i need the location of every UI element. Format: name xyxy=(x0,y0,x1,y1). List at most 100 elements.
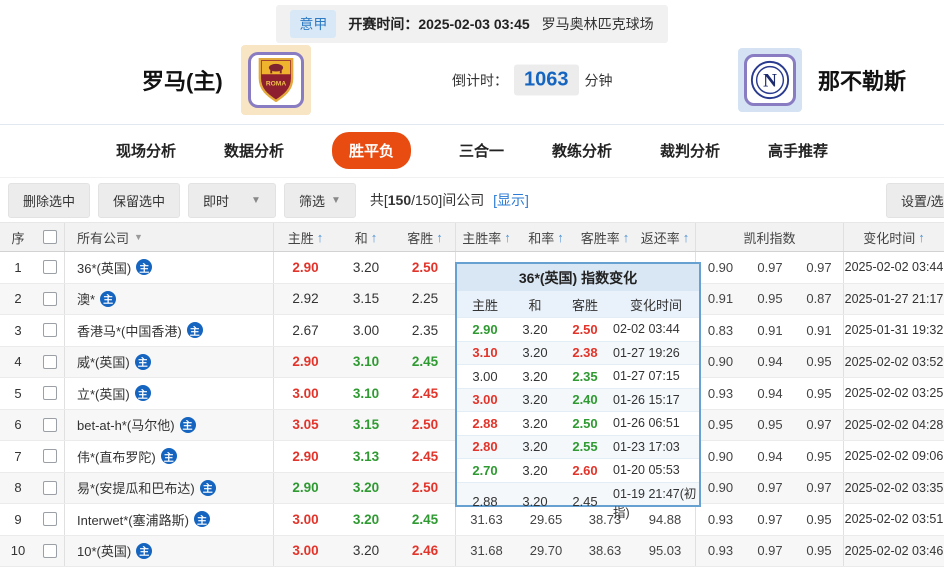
company-cell[interactable]: 澳*主 xyxy=(64,284,273,315)
company-cell[interactable]: 香港马*(中国香港)主 xyxy=(64,315,273,346)
header-home-odds-label: 主胜 xyxy=(288,228,314,247)
away-odds[interactable]: 2.45 xyxy=(395,347,455,378)
header-away-odds[interactable]: 客胜↑ xyxy=(395,223,455,251)
row-checkbox[interactable] xyxy=(43,355,57,369)
header-home-rate[interactable]: 主胜率↑ xyxy=(455,223,517,251)
draw-odds[interactable]: 3.10 xyxy=(337,347,395,378)
row-checkbox[interactable] xyxy=(43,481,57,495)
tab-coach-analysis[interactable]: 教练分析 xyxy=(552,140,612,161)
change-time: 2025-02-02 03:35 xyxy=(843,473,944,504)
header-change-time[interactable]: 变化时间↑ xyxy=(843,223,944,251)
tab-win-draw-lose[interactable]: 胜平负 xyxy=(332,132,411,169)
tab-three-in-one[interactable]: 三合一 xyxy=(459,140,504,161)
popup-row: 2.803.202.5501-23 17:03 xyxy=(457,435,699,459)
kelly-3: 0.95 xyxy=(795,441,843,472)
company-cell[interactable]: 伟*(直布罗陀)主 xyxy=(64,441,273,472)
row-checkbox[interactable] xyxy=(43,418,57,432)
kelly-1: 0.91 xyxy=(695,284,745,315)
header-company[interactable]: 所有公司▼ xyxy=(64,223,273,251)
draw-odds[interactable]: 3.00 xyxy=(337,315,395,346)
company-cell[interactable]: Interwet*(塞浦路斯)主 xyxy=(64,504,273,535)
row-checkbox[interactable] xyxy=(43,449,57,463)
change-time: 2025-02-02 03:51 xyxy=(843,504,944,535)
company-cell[interactable]: 威*(英国)主 xyxy=(64,347,273,378)
draw-odds[interactable]: 3.20 xyxy=(337,536,395,567)
draw-odds[interactable]: 3.13 xyxy=(337,441,395,472)
draw-odds[interactable]: 3.10 xyxy=(337,378,395,409)
filter-dropdown[interactable]: 筛选 ▼ xyxy=(284,183,356,218)
draw-odds[interactable]: 3.20 xyxy=(337,252,395,283)
popup-row: 3.103.202.3801-27 19:26 xyxy=(457,341,699,365)
sort-up-icon: ↑ xyxy=(683,230,690,245)
row-checkbox-cell xyxy=(36,378,64,409)
kelly-2: 0.97 xyxy=(745,504,795,535)
settings-button[interactable]: 设置/选 xyxy=(886,183,944,218)
away-odds[interactable]: 2.50 xyxy=(395,410,455,441)
company-cell[interactable]: 易*(安提瓜和巴布达)主 xyxy=(64,473,273,504)
kelly-3: 0.97 xyxy=(795,410,843,441)
draw-odds[interactable]: 3.15 xyxy=(337,410,395,441)
tab-data-analysis[interactable]: 数据分析 xyxy=(224,140,284,161)
tab-expert-picks[interactable]: 高手推荐 xyxy=(768,140,828,161)
home-odds[interactable]: 2.90 xyxy=(273,347,337,378)
header-draw-odds[interactable]: 和↑ xyxy=(337,223,395,251)
away-odds[interactable]: 2.45 xyxy=(395,504,455,535)
company-cell[interactable]: 10*(英国)主 xyxy=(64,536,273,567)
home-odds[interactable]: 2.90 xyxy=(273,473,337,504)
header-payout-rate[interactable]: 返还率↑ xyxy=(635,223,695,251)
header-away-rate[interactable]: 客胜率↑ xyxy=(575,223,635,251)
home-odds[interactable]: 3.00 xyxy=(273,536,337,567)
away-odds[interactable]: 2.50 xyxy=(395,252,455,283)
delete-selected-button[interactable]: 删除选中 xyxy=(8,183,90,218)
row-checkbox[interactable] xyxy=(43,292,57,306)
header-home-rate-label: 主胜率 xyxy=(462,228,501,247)
popup-away-odds: 2.50 xyxy=(557,416,613,431)
keep-selected-button[interactable]: 保留选中 xyxy=(98,183,180,218)
header-seq: 序 xyxy=(0,223,36,251)
popup-row: 2.703.202.6001-20 05:53 xyxy=(457,458,699,482)
popup-row: 3.003.202.3501-27 07:15 xyxy=(457,364,699,388)
away-odds[interactable]: 2.50 xyxy=(395,473,455,504)
company-cell[interactable]: 立*(英国)主 xyxy=(64,378,273,409)
header-draw-rate[interactable]: 和率↑ xyxy=(517,223,575,251)
home-badge-icon: 主 xyxy=(180,417,196,433)
kelly-1: 0.95 xyxy=(695,410,745,441)
away-odds[interactable]: 2.25 xyxy=(395,284,455,315)
draw-odds[interactable]: 3.15 xyxy=(337,284,395,315)
time-filter-dropdown[interactable]: 即时 ▼ xyxy=(188,183,276,218)
company-cell[interactable]: 36*(英国)主 xyxy=(64,252,273,283)
home-odds[interactable]: 3.05 xyxy=(273,410,337,441)
select-all-checkbox[interactable] xyxy=(43,230,57,244)
home-logo-box: ROMA xyxy=(248,52,304,108)
popup-away-odds: 2.60 xyxy=(557,463,613,478)
row-checkbox[interactable] xyxy=(43,512,57,526)
company-name: 威*(英国) xyxy=(77,352,130,371)
row-checkbox[interactable] xyxy=(43,544,57,558)
home-odds[interactable]: 2.90 xyxy=(273,441,337,472)
home-odds[interactable]: 2.92 xyxy=(273,284,337,315)
header-draw-odds-label: 和 xyxy=(355,228,368,247)
row-checkbox[interactable] xyxy=(43,260,57,274)
away-odds[interactable]: 2.45 xyxy=(395,441,455,472)
row-checkbox[interactable] xyxy=(43,323,57,337)
away-odds[interactable]: 2.46 xyxy=(395,536,455,567)
tab-referee-analysis[interactable]: 裁判分析 xyxy=(660,140,720,161)
header-home-odds[interactable]: 主胜↑ xyxy=(273,223,337,251)
kelly-1: 0.90 xyxy=(695,252,745,283)
company-count-rest: /150]间公司 xyxy=(411,192,484,208)
kelly-3: 0.95 xyxy=(795,347,843,378)
kelly-1: 0.90 xyxy=(695,473,745,504)
home-odds[interactable]: 2.90 xyxy=(273,252,337,283)
draw-odds[interactable]: 3.20 xyxy=(337,473,395,504)
show-link[interactable]: [显示] xyxy=(493,192,529,208)
away-odds[interactable]: 2.45 xyxy=(395,378,455,409)
home-odds[interactable]: 3.00 xyxy=(273,378,337,409)
home-odds[interactable]: 2.67 xyxy=(273,315,337,346)
company-cell[interactable]: bet-at-h*(马尔他)主 xyxy=(64,410,273,441)
row-checkbox[interactable] xyxy=(43,386,57,400)
league-badge[interactable]: 意甲 xyxy=(290,10,336,38)
home-odds[interactable]: 3.00 xyxy=(273,504,337,535)
away-odds[interactable]: 2.35 xyxy=(395,315,455,346)
tab-live-analysis[interactable]: 现场分析 xyxy=(116,140,176,161)
draw-odds[interactable]: 3.20 xyxy=(337,504,395,535)
